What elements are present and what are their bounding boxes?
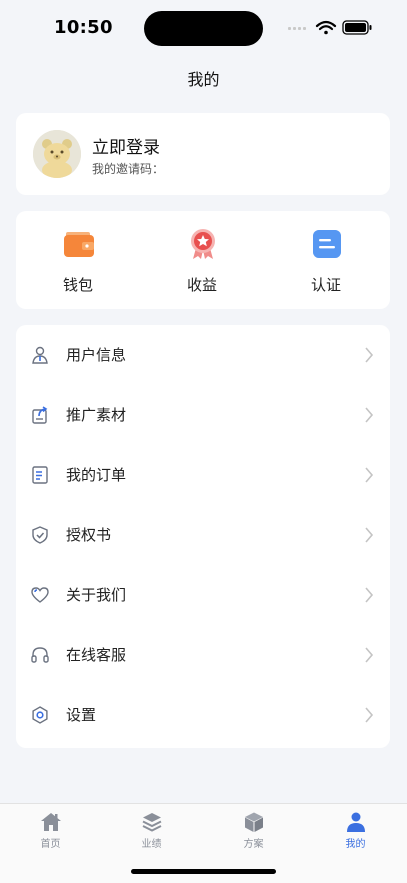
menu-label: 授权书 [66, 526, 112, 544]
menu-item-settings[interactable]: 设置 [16, 685, 390, 745]
tab-label: 首页 [40, 839, 61, 850]
login-link[interactable]: 立即登录 [92, 133, 160, 158]
chevron-right-icon [365, 647, 374, 663]
heart-icon [31, 587, 49, 603]
chevron-right-icon [365, 467, 374, 483]
earnings-label: 收益 [186, 276, 217, 294]
page-title: 我的 [187, 70, 220, 89]
verify-button[interactable]: 认证 [264, 211, 388, 309]
tab-plans[interactable]: 方案 [203, 804, 304, 854]
menu-label: 我的订单 [66, 466, 127, 484]
menu-item-authorization[interactable]: 授权书 [16, 505, 390, 565]
status-icons [288, 20, 372, 35]
chevron-right-icon [365, 587, 374, 603]
wallet-button[interactable]: 钱包 [16, 211, 140, 309]
menu-label: 推广素材 [66, 406, 127, 424]
menu-item-user-info[interactable]: 用户信息 [16, 325, 390, 385]
signal-icon [288, 27, 306, 30]
profile-card[interactable]: 立即登录 我的邀请码： [16, 113, 390, 195]
chevron-right-icon [365, 347, 374, 363]
menu-item-online-service[interactable]: 在线客服 [16, 625, 390, 685]
wallet-icon [64, 232, 94, 257]
tab-performance[interactable]: 业绩 [101, 804, 202, 854]
tab-label: 方案 [243, 839, 264, 850]
share-material-icon [32, 406, 48, 424]
chevron-right-icon [365, 707, 374, 723]
battery-icon [342, 20, 372, 35]
earnings-button[interactable]: 收益 [140, 211, 264, 309]
dynamic-island [144, 11, 263, 46]
order-list-icon [32, 466, 48, 484]
id-card-icon [313, 230, 341, 258]
quick-actions-card: 钱包 收益 认证 [16, 211, 390, 309]
status-time: 10:50 [54, 17, 113, 38]
wifi-icon [315, 20, 337, 35]
menu-label: 在线客服 [66, 646, 127, 664]
menu-item-my-orders[interactable]: 我的订单 [16, 445, 390, 505]
wallet-label: 钱包 [62, 276, 93, 294]
home-indicator [131, 869, 276, 874]
home-icon [41, 813, 61, 831]
verify-label: 认证 [310, 276, 341, 294]
menu-label: 用户信息 [66, 346, 127, 364]
gear-icon [32, 706, 48, 724]
shield-check-icon [32, 526, 48, 544]
invite-code-label: 我的邀请码： [92, 162, 165, 176]
tab-home[interactable]: 首页 [0, 804, 101, 854]
avatar[interactable] [33, 130, 81, 178]
menu-item-promo-material[interactable]: 推广素材 [16, 385, 390, 445]
tab-label: 我的 [345, 839, 366, 850]
menu-label: 设置 [66, 706, 97, 724]
medal-icon [191, 229, 215, 259]
bear-avatar-icon [33, 130, 81, 178]
menu-card: 用户信息 推广素材 我的订单 授权书 关于我们 在线客服 设置 [16, 325, 390, 748]
headset-icon [31, 647, 49, 663]
layers-icon [142, 813, 162, 832]
menu-label: 关于我们 [66, 586, 127, 604]
menu-item-about-us[interactable]: 关于我们 [16, 565, 390, 625]
tab-mine[interactable]: 我的 [305, 804, 406, 854]
person-icon [347, 812, 365, 832]
user-info-icon [32, 346, 48, 364]
status-bar: 10:50 [0, 0, 407, 56]
chevron-right-icon [365, 407, 374, 423]
box-icon [245, 812, 263, 832]
tab-label: 业绩 [141, 839, 162, 850]
chevron-right-icon [365, 527, 374, 543]
